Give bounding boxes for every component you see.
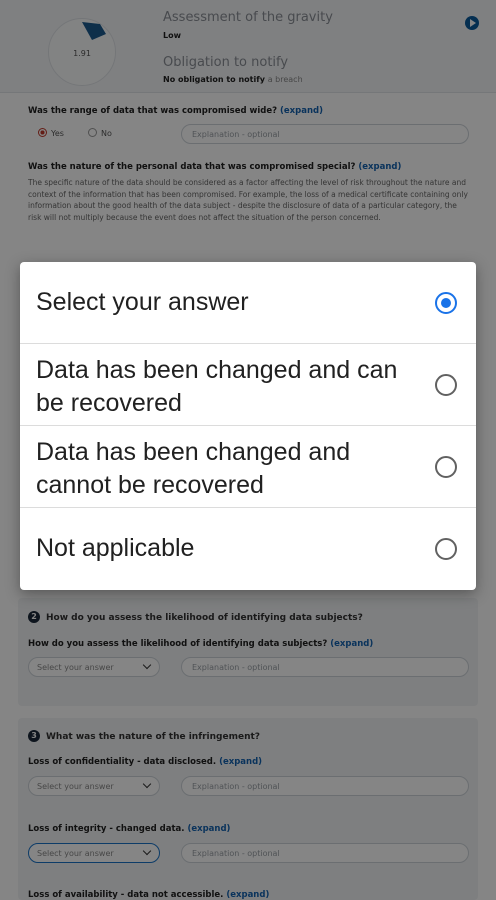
radio-unchecked-icon[interactable] — [435, 456, 457, 478]
option-select-your-answer[interactable]: Select your answer — [20, 262, 476, 344]
option-changed-recoverable[interactable]: Data has been changed and can be recover… — [20, 344, 476, 426]
option-label: Select your answer — [36, 288, 249, 316]
option-label: Data has been changed and can be recover… — [36, 356, 398, 417]
option-label: Data has been changed and cannot be reco… — [36, 438, 351, 499]
radio-unchecked-icon[interactable] — [435, 538, 457, 560]
option-label: Not applicable — [36, 534, 195, 562]
radio-checked-icon[interactable] — [435, 292, 457, 314]
option-not-applicable[interactable]: Not applicable — [20, 508, 476, 590]
answer-select-dialog: Select your answer Data has been changed… — [20, 262, 476, 590]
option-changed-unrecoverable[interactable]: Data has been changed and cannot be reco… — [20, 426, 476, 508]
radio-unchecked-icon[interactable] — [435, 374, 457, 396]
